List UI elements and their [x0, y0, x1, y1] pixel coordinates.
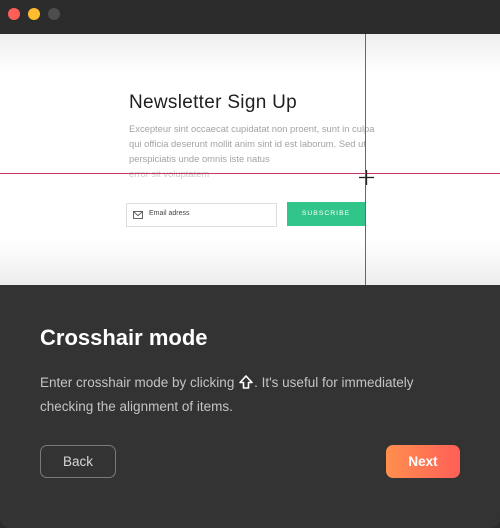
newsletter-body: Excepteur sint occaecat cupidatat non pr…: [129, 121, 375, 181]
email-field[interactable]: Email adress: [126, 203, 277, 227]
description-text-start: Enter crosshair mode by clicking: [40, 375, 235, 390]
mail-icon: [133, 211, 143, 219]
tutorial-heading: Crosshair mode: [40, 325, 208, 350]
newsletter-body-text: Excepteur sint occaecat cupidatat non pr…: [129, 123, 375, 164]
title-bar: [0, 0, 500, 34]
newsletter-title: Newsletter Sign Up: [129, 92, 298, 113]
preview-area: Newsletter Sign Up Excepteur sint occaec…: [0, 34, 500, 285]
back-button[interactable]: Back: [40, 445, 116, 478]
maximize-window-button[interactable]: [48, 8, 60, 20]
next-button[interactable]: Next: [386, 445, 460, 478]
shift-arrow-icon: [239, 375, 253, 389]
crosshair-vertical-line: [365, 34, 366, 285]
subscribe-button[interactable]: SUBSCRIBE: [287, 202, 365, 226]
crosshair-cursor-icon: [359, 170, 374, 185]
email-placeholder: Email adress: [149, 210, 190, 217]
crosshair-horizontal-line: [0, 173, 500, 174]
close-window-button[interactable]: [8, 8, 20, 20]
tutorial-window: Newsletter Sign Up Excepteur sint occaec…: [0, 0, 500, 528]
tutorial-description: Enter crosshair mode by clicking . It's …: [40, 371, 470, 419]
tutorial-panel: Crosshair mode Enter crosshair mode by c…: [0, 285, 500, 528]
minimize-window-button[interactable]: [28, 8, 40, 20]
